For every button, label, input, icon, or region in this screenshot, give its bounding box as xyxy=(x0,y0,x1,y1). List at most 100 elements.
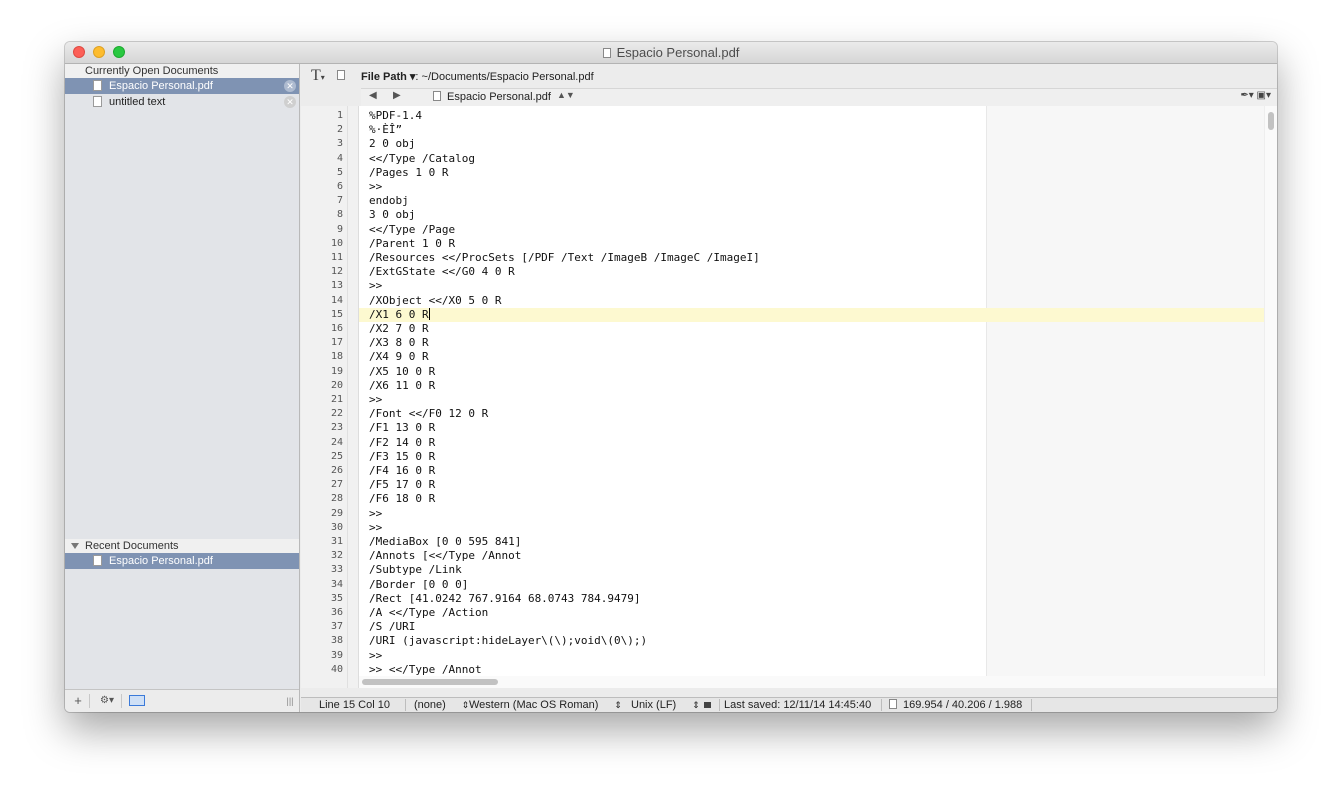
code-line[interactable]: /F6 18 0 R xyxy=(369,492,435,505)
code-line[interactable]: /Parent 1 0 R xyxy=(369,237,455,250)
document-info-icon[interactable] xyxy=(337,70,345,80)
text-editor[interactable]: 1 2 3 4 5 6 7 8 9 10 11 12 13 14 15 16 17 18 19 20 21 22 23 24 2… xyxy=(301,106,1277,688)
line-endings-select[interactable]: Unix (LF) ⇕ xyxy=(631,698,711,712)
horizontal-scroll-thumb[interactable] xyxy=(362,679,498,685)
select-arrows-icon: ⇕ xyxy=(614,700,622,710)
line-number: 5 xyxy=(336,166,343,178)
code-line[interactable]: /X3 8 0 R xyxy=(369,336,429,349)
code-line[interactable]: /XObject <</X0 5 0 R xyxy=(369,294,501,307)
code-line[interactable]: 2 0 obj xyxy=(369,137,415,150)
code-line[interactable]: /Subtype /Link xyxy=(369,563,462,576)
gear-menu-button[interactable]: ⚙▾ xyxy=(95,693,119,709)
code-line[interactable]: /S /URI xyxy=(369,620,415,633)
title-bar[interactable]: Espacio Personal.pdf xyxy=(65,42,1277,64)
lock-icon[interactable] xyxy=(703,702,711,708)
code-line[interactable]: %PDF-1.4 xyxy=(369,109,422,122)
code-line[interactable]: <</Type /Page xyxy=(369,223,455,236)
line-number: 7 xyxy=(336,195,343,207)
line-number: 3 xyxy=(336,138,343,150)
code-line[interactable]: /F5 17 0 R xyxy=(369,478,435,491)
line-number: 28 xyxy=(330,493,343,505)
code-line[interactable]: /X6 11 0 R xyxy=(369,379,435,392)
code-line[interactable]: /X2 7 0 R xyxy=(369,322,429,335)
code-line[interactable]: /A <</Type /Action xyxy=(369,606,488,619)
close-document-icon[interactable]: ✕ xyxy=(284,80,296,92)
code-line[interactable]: >> xyxy=(369,649,382,662)
code-line[interactable]: /X5 10 0 R xyxy=(369,365,435,378)
code-line[interactable]: 3 0 obj xyxy=(369,208,415,221)
text-tool-label: T xyxy=(311,67,321,84)
disclosure-triangle-icon[interactable] xyxy=(71,543,79,549)
sidebar-toggle-button[interactable] xyxy=(127,693,147,709)
previous-button[interactable]: ◀ xyxy=(369,90,377,101)
add-button[interactable]: + xyxy=(71,693,85,709)
line-number: 16 xyxy=(330,323,343,334)
document-popup[interactable]: Espacio Personal.pdf xyxy=(433,91,551,103)
cursor-position[interactable]: Line 15 Col 10 xyxy=(319,698,390,712)
close-document-icon[interactable]: ✕ xyxy=(284,96,296,108)
open-documents-header: Currently Open Documents xyxy=(65,64,299,78)
encoding-value: Western (Mac OS Roman) xyxy=(469,699,599,711)
text-file-icon xyxy=(93,96,102,107)
document-icon xyxy=(433,91,441,101)
line-number: 22 xyxy=(330,408,343,420)
code-line[interactable]: >> xyxy=(369,521,382,534)
open-document-item[interactable]: Espacio Personal.pdf ✕ xyxy=(65,78,299,94)
last-saved-label: Last saved: 12/11/14 14:45:40 xyxy=(724,699,872,711)
code-line[interactable]: >> xyxy=(369,507,382,520)
code-line[interactable]: /Annots [<</Type /Annot xyxy=(369,549,521,562)
syntax-coloring-select[interactable]: (none) ⇕ xyxy=(414,698,469,712)
code-line[interactable]: /Rect [41.0242 767.9164 68.0743 784.9479… xyxy=(369,592,641,605)
document-popup-arrows-icon[interactable]: ▲▼ xyxy=(557,90,575,100)
code-line[interactable]: /MediaBox [0 0 595 841] xyxy=(369,535,521,548)
file-path[interactable]: File Path ▾: ~/Documents/Espacio Persona… xyxy=(361,70,594,83)
line-number: 40 xyxy=(330,663,343,675)
sidebar-bottom-bar: + ⚙▾ ||| xyxy=(65,689,299,712)
divider xyxy=(89,694,90,708)
document-stats-value: 169.954 / 40.206 / 1.988 xyxy=(903,699,1023,711)
line-number: 31 xyxy=(330,536,343,547)
code-line[interactable]: <</Type /Catalog xyxy=(369,152,475,165)
code-line[interactable]: /Pages 1 0 R xyxy=(369,166,448,179)
code-line[interactable]: /URI (javascript:hideLayer\(\);void\(0\)… xyxy=(369,634,647,647)
horizontal-scrollbar[interactable] xyxy=(359,676,1265,688)
code-line[interactable]: %·ÈÎ” xyxy=(369,123,402,136)
open-document-item[interactable]: untitled text ✕ xyxy=(65,94,299,110)
document-icon xyxy=(602,48,611,58)
markup-tools[interactable]: ✒▾ ▣▾ xyxy=(1240,90,1271,101)
line-endings-value: Unix (LF) xyxy=(631,699,677,711)
editor-window: Espacio Personal.pdf Currently Open Docu… xyxy=(65,42,1277,712)
code-line[interactable]: /F2 14 0 R xyxy=(369,436,435,449)
code-line[interactable]: /Font <</F0 12 0 R xyxy=(369,407,488,420)
vertical-scrollbar[interactable] xyxy=(1264,106,1277,688)
code-line[interactable]: /X4 9 0 R xyxy=(369,350,429,363)
code-line[interactable]: /F4 16 0 R xyxy=(369,464,435,477)
vertical-scroll-thumb[interactable] xyxy=(1268,112,1274,130)
code-line[interactable]: >> xyxy=(369,180,382,193)
line-number: 2 xyxy=(336,124,343,136)
resize-handle[interactable]: ||| xyxy=(284,693,296,709)
line-number: 4 xyxy=(336,152,343,164)
code-line[interactable]: /F1 13 0 R xyxy=(369,421,435,434)
encoding-select[interactable]: Western (Mac OS Roman) ⇕ xyxy=(469,698,622,712)
line-number: 24 xyxy=(330,436,343,448)
sidebar-icon xyxy=(129,695,145,706)
text-options-button[interactable]: T▾ xyxy=(311,67,325,85)
recent-documents-header[interactable]: Recent Documents xyxy=(65,539,299,553)
next-button[interactable]: ▶ xyxy=(393,90,401,101)
code-line[interactable]: >> xyxy=(369,279,382,292)
line-number: 39 xyxy=(330,649,343,661)
code-line[interactable]: /Border [0 0 0] xyxy=(369,578,468,591)
code-line[interactable]: /ExtGState <</G0 4 0 R xyxy=(369,265,515,278)
code-line[interactable]: >> xyxy=(369,393,382,406)
code-line[interactable]: /Resources <</ProcSets [/PDF /Text /Imag… xyxy=(369,251,760,264)
recent-document-item[interactable]: Espacio Personal.pdf xyxy=(65,553,299,569)
code-text[interactable]: %PDF-1.4 %·ÈÎ” 2 0 obj <</Type /Catalog/Pag… xyxy=(359,106,1259,688)
code-line[interactable]: /X1 6 0 R xyxy=(369,307,430,321)
line-number: 11 xyxy=(330,252,343,263)
code-line[interactable]: /F3 15 0 R xyxy=(369,450,435,463)
line-number: 26 xyxy=(330,465,343,476)
recent-documents-title: Recent Documents xyxy=(85,540,179,552)
code-line[interactable]: endobj xyxy=(369,194,409,207)
code-line[interactable]: >> <</Type /Annot xyxy=(369,663,482,676)
